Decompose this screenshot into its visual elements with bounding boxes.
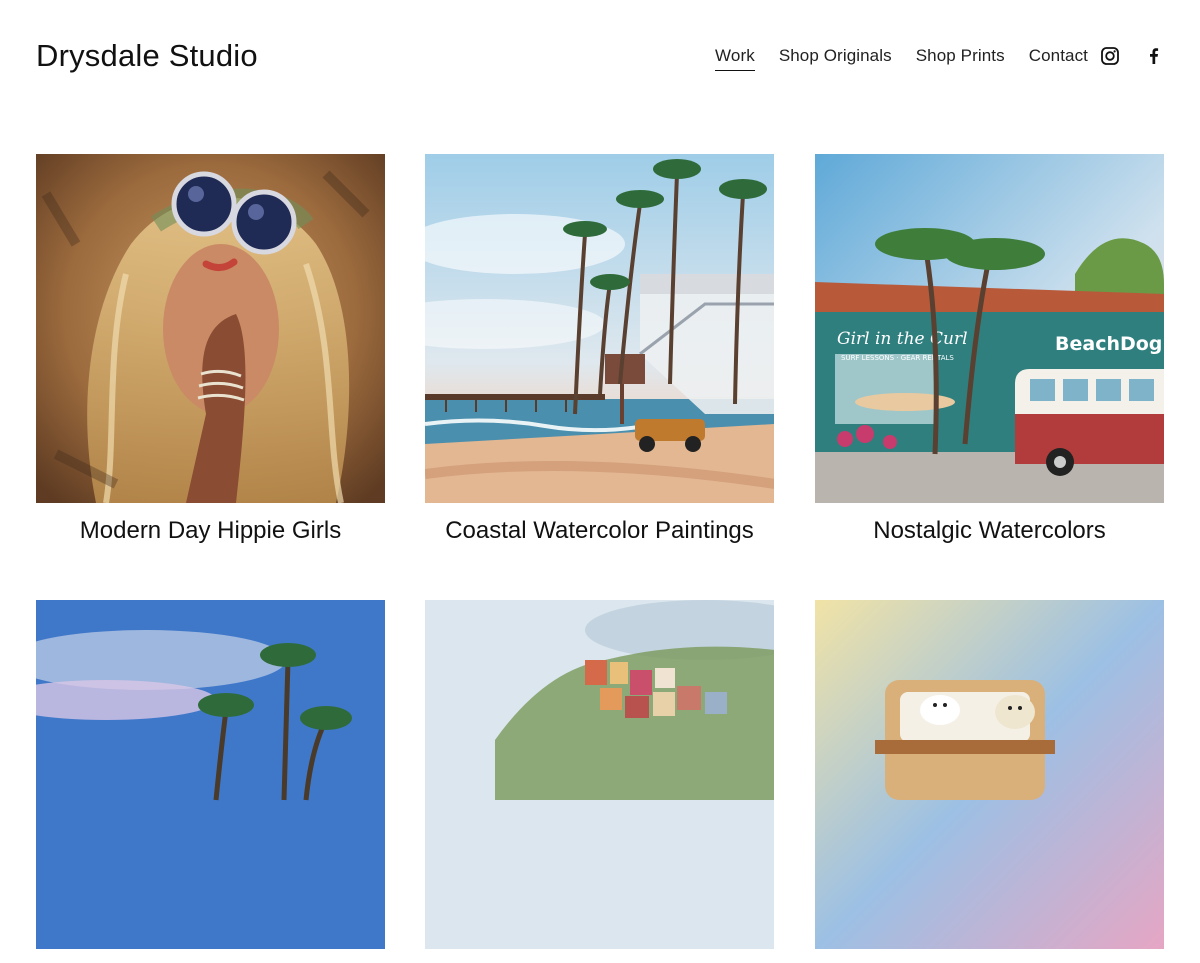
instagram-icon[interactable] (1100, 46, 1120, 66)
gallery-item[interactable] (425, 600, 774, 963)
gallery-item[interactable] (36, 600, 385, 963)
artwork-image[interactable] (425, 600, 774, 949)
main-nav: Work Shop Originals Shop Prints Contact (715, 46, 1088, 71)
gallery-item-coastal-watercolor[interactable]: Coastal Watercolor Paintings (425, 154, 774, 545)
gallery-item-nostalgic-watercolors[interactable]: Girl in the Curl SURF LESSONS · GEAR REN… (815, 154, 1164, 545)
site-title[interactable]: Drysdale Studio (36, 38, 258, 74)
gallery-item-title[interactable]: Modern Day Hippie Girls (36, 517, 385, 545)
artwork-image[interactable]: Girl in the Curl SURF LESSONS · GEAR REN… (815, 154, 1164, 503)
facebook-icon[interactable] (1144, 46, 1164, 66)
nav-item-shop-originals[interactable]: Shop Originals (779, 46, 892, 71)
site-header: Drysdale Studio Work Shop Originals Shop… (0, 0, 1200, 120)
artwork-image[interactable] (36, 600, 385, 949)
nav-item-work[interactable]: Work (715, 46, 755, 71)
gallery-item-hippie-girls[interactable]: Modern Day Hippie Girls (36, 154, 385, 545)
artwork-image[interactable] (36, 154, 385, 503)
shop-sign-text: Girl in the Curl (837, 329, 968, 349)
artwork-image[interactable] (425, 154, 774, 503)
social-links (1100, 46, 1164, 66)
gallery-item-title[interactable]: Nostalgic Watercolors (815, 517, 1164, 545)
gallery-item[interactable] (815, 600, 1164, 963)
nav-item-shop-prints[interactable]: Shop Prints (916, 46, 1005, 71)
artwork-image[interactable] (815, 600, 1164, 949)
gallery-item-title[interactable]: Coastal Watercolor Paintings (425, 517, 774, 545)
nav-item-contact[interactable]: Contact (1029, 46, 1088, 71)
shop-sign-text: BeachDog (1055, 333, 1162, 355)
